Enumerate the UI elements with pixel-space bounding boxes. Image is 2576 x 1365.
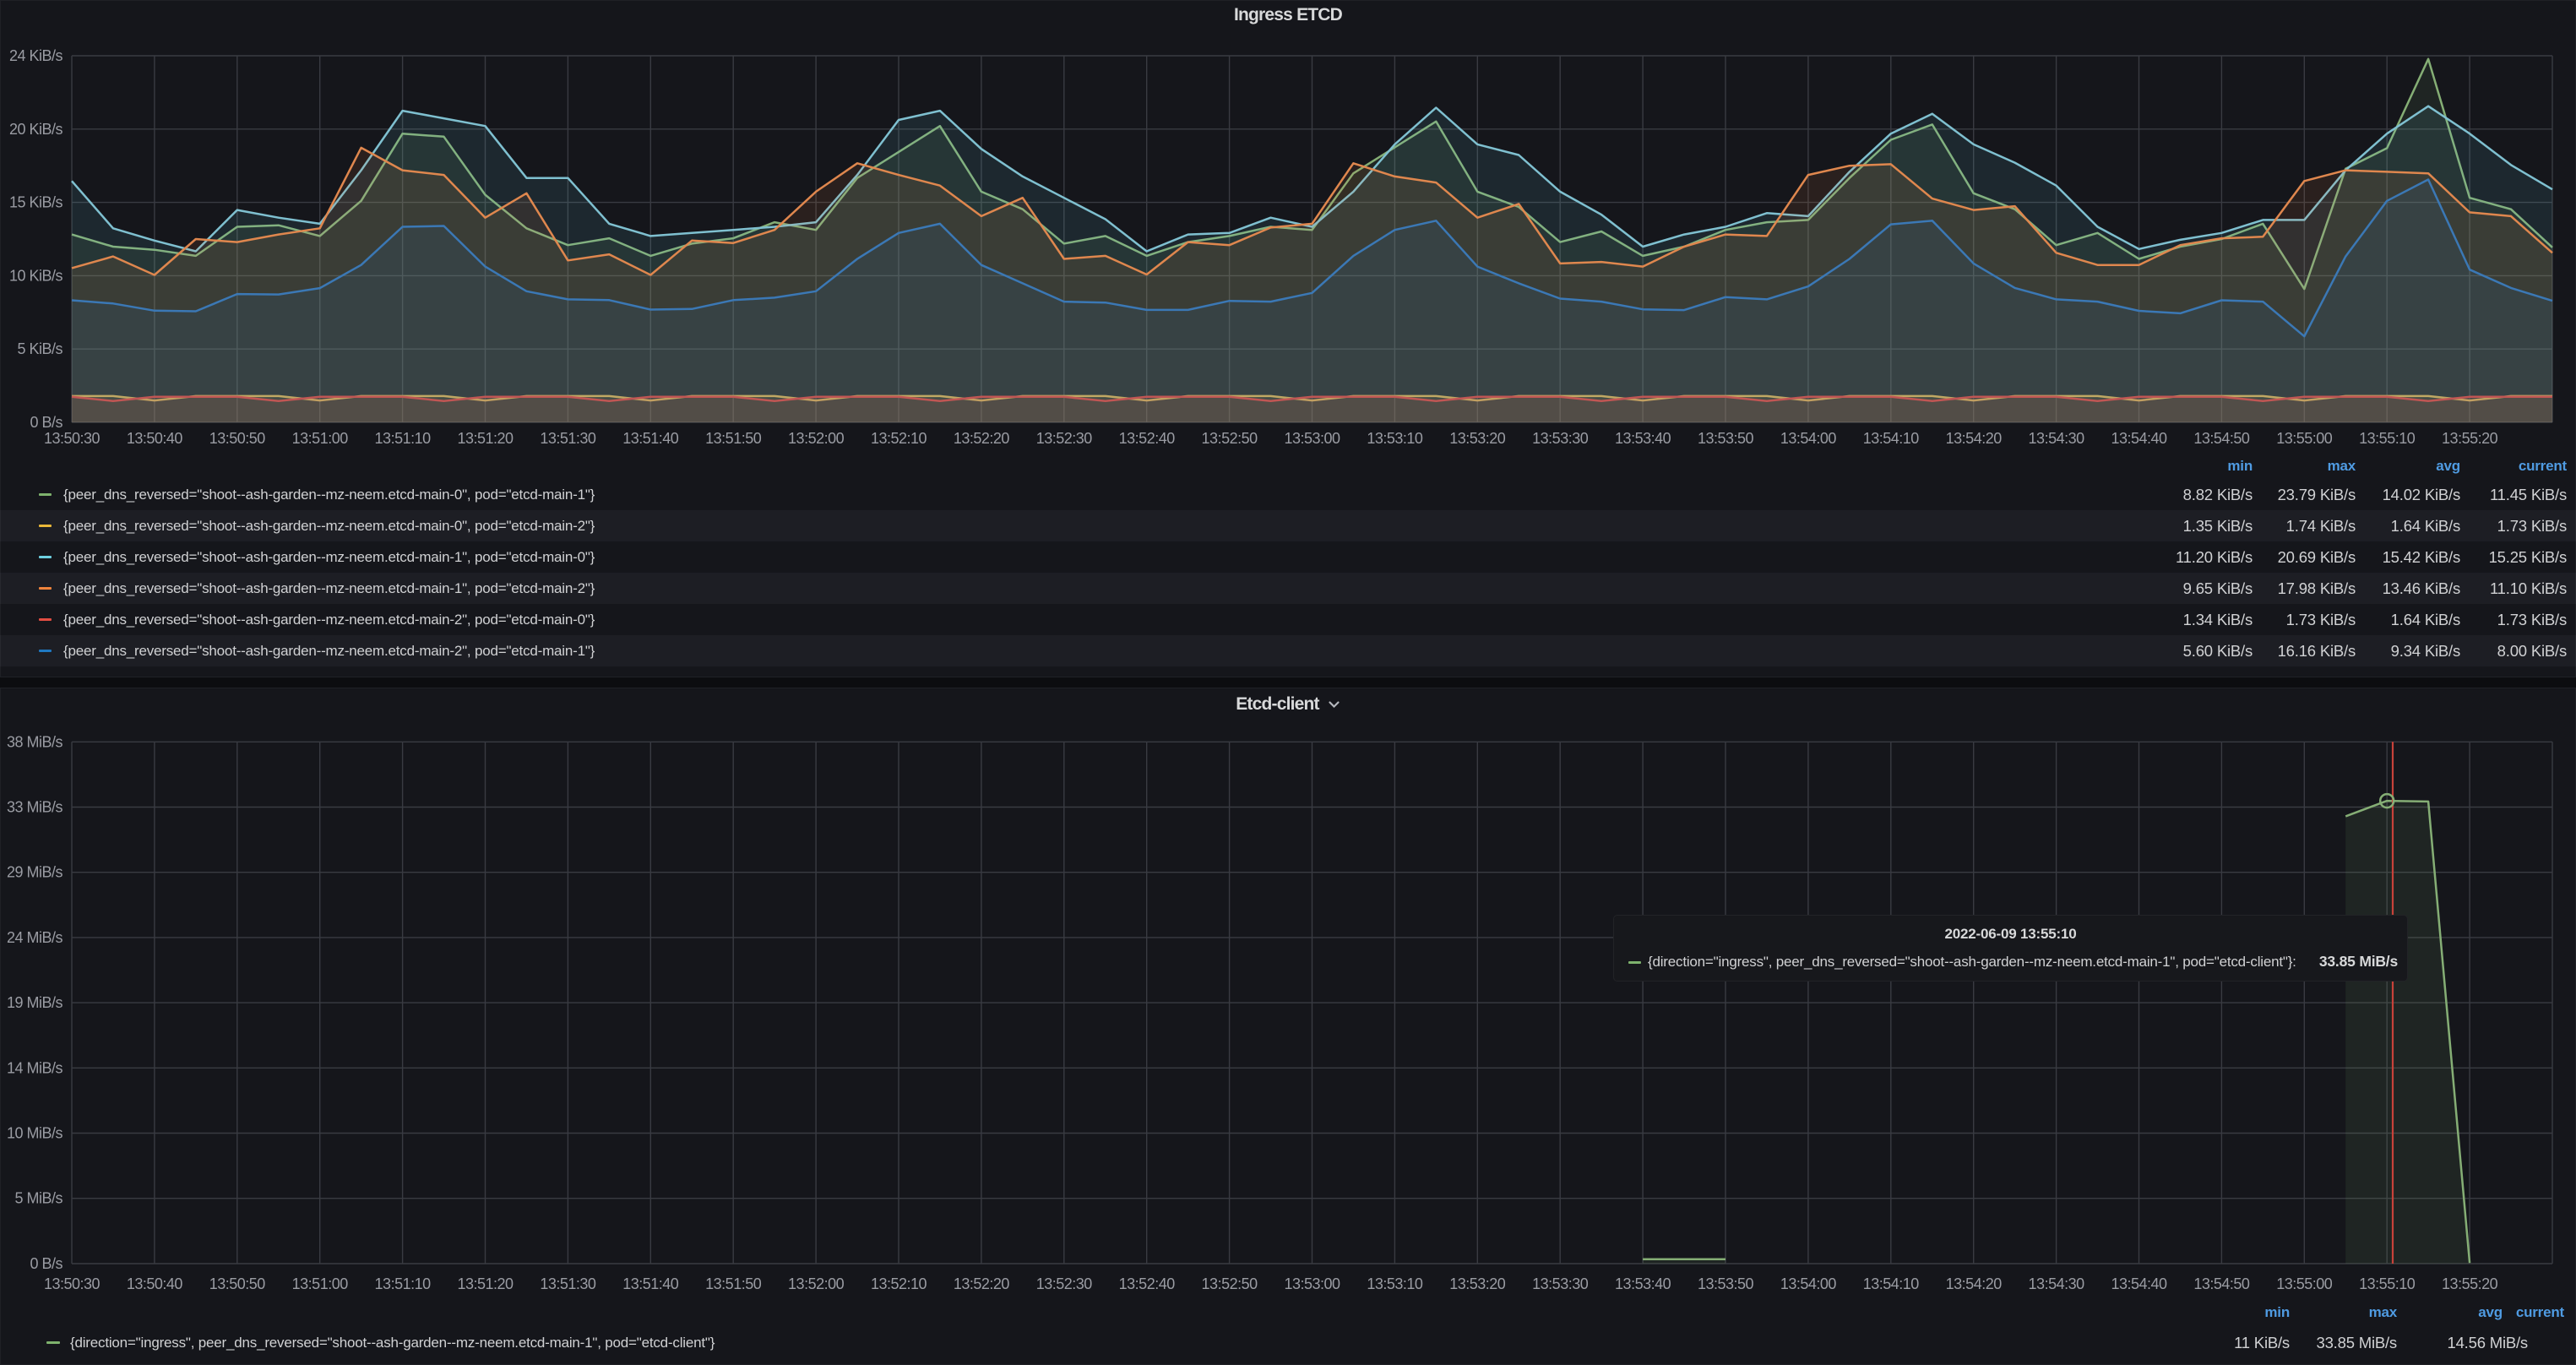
svg-text:13:55:10: 13:55:10	[2359, 430, 2416, 447]
svg-text:10 MiB/s: 10 MiB/s	[7, 1125, 63, 1142]
svg-text:13:54:10: 13:54:10	[1863, 1275, 1920, 1292]
svg-text:13:52:10: 13:52:10	[871, 1275, 927, 1292]
svg-text:13:55:00: 13:55:00	[2276, 1275, 2333, 1292]
svg-text:19 MiB/s: 19 MiB/s	[7, 994, 63, 1011]
svg-text:15 KiB/s: 15 KiB/s	[9, 194, 63, 211]
svg-text:24 MiB/s: 24 MiB/s	[7, 929, 63, 946]
svg-text:13:55:20: 13:55:20	[2442, 430, 2498, 447]
svg-text:13:55:10: 13:55:10	[2359, 1275, 2416, 1292]
svg-text:14 MiB/s: 14 MiB/s	[7, 1059, 63, 1076]
svg-text:13:54:40: 13:54:40	[2111, 1275, 2167, 1292]
svg-text:13:53:00: 13:53:00	[1284, 1275, 1340, 1292]
svg-text:13:52:40: 13:52:40	[1119, 1275, 1176, 1292]
svg-text:13:52:50: 13:52:50	[1202, 1275, 1258, 1292]
svg-text:13:52:30: 13:52:30	[1036, 1275, 1093, 1292]
svg-text:13:54:50: 13:54:50	[2193, 430, 2250, 447]
svg-text:13:53:40: 13:53:40	[1615, 1275, 1671, 1292]
svg-text:13:52:10: 13:52:10	[871, 430, 927, 447]
svg-text:13:50:50: 13:50:50	[209, 430, 266, 447]
svg-text:24 KiB/s: 24 KiB/s	[9, 47, 63, 64]
svg-text:13:55:00: 13:55:00	[2276, 430, 2333, 447]
svg-text:13:53:10: 13:53:10	[1367, 1275, 1423, 1292]
svg-text:13:54:10: 13:54:10	[1863, 430, 1920, 447]
svg-text:13:54:20: 13:54:20	[1946, 430, 2003, 447]
svg-text:13:52:00: 13:52:00	[788, 1275, 845, 1292]
svg-text:13:53:50: 13:53:50	[1698, 1275, 1754, 1292]
svg-text:13:54:30: 13:54:30	[2029, 1275, 2085, 1292]
svg-text:13:52:20: 13:52:20	[954, 430, 1010, 447]
svg-text:13:51:50: 13:51:50	[705, 430, 762, 447]
svg-text:13:51:10: 13:51:10	[375, 430, 432, 447]
svg-text:5 KiB/s: 5 KiB/s	[17, 340, 62, 357]
svg-text:20 KiB/s: 20 KiB/s	[9, 121, 63, 138]
svg-text:13:51:20: 13:51:20	[457, 430, 514, 447]
svg-text:13:53:10: 13:53:10	[1367, 430, 1423, 447]
svg-text:13:51:20: 13:51:20	[457, 1275, 514, 1292]
svg-text:13:52:50: 13:52:50	[1202, 430, 1258, 447]
svg-text:13:50:30: 13:50:30	[44, 1275, 101, 1292]
svg-text:13:51:40: 13:51:40	[622, 430, 679, 447]
svg-text:13:50:40: 13:50:40	[127, 430, 183, 447]
svg-text:13:51:50: 13:51:50	[705, 1275, 762, 1292]
svg-text:13:51:30: 13:51:30	[540, 430, 596, 447]
svg-text:13:53:30: 13:53:30	[1532, 430, 1589, 447]
svg-text:13:51:40: 13:51:40	[622, 1275, 679, 1292]
svg-text:10 KiB/s: 10 KiB/s	[9, 267, 63, 284]
svg-text:13:52:20: 13:52:20	[954, 1275, 1010, 1292]
svg-text:13:53:20: 13:53:20	[1449, 430, 1506, 447]
svg-text:13:51:00: 13:51:00	[292, 430, 349, 447]
svg-text:29 MiB/s: 29 MiB/s	[7, 864, 63, 881]
svg-text:13:52:40: 13:52:40	[1119, 430, 1176, 447]
svg-text:13:50:30: 13:50:30	[44, 430, 101, 447]
svg-text:13:54:30: 13:54:30	[2029, 430, 2085, 447]
svg-text:13:51:30: 13:51:30	[540, 1275, 596, 1292]
svg-text:13:54:50: 13:54:50	[2193, 1275, 2250, 1292]
svg-text:13:54:20: 13:54:20	[1946, 1275, 2003, 1292]
svg-text:0 B/s: 0 B/s	[30, 1255, 62, 1272]
svg-text:13:54:00: 13:54:00	[1780, 430, 1837, 447]
svg-text:13:53:00: 13:53:00	[1284, 430, 1340, 447]
svg-text:13:53:40: 13:53:40	[1615, 430, 1671, 447]
svg-text:13:51:10: 13:51:10	[375, 1275, 432, 1292]
svg-text:13:55:20: 13:55:20	[2442, 1275, 2498, 1292]
svg-text:13:53:50: 13:53:50	[1698, 430, 1754, 447]
svg-text:38 MiB/s: 38 MiB/s	[7, 733, 63, 750]
svg-text:33 MiB/s: 33 MiB/s	[7, 799, 63, 816]
svg-text:13:54:40: 13:54:40	[2111, 430, 2167, 447]
svg-text:13:51:00: 13:51:00	[292, 1275, 349, 1292]
svg-text:13:50:40: 13:50:40	[127, 1275, 183, 1292]
svg-text:13:53:20: 13:53:20	[1449, 1275, 1506, 1292]
svg-text:0 B/s: 0 B/s	[30, 414, 62, 431]
svg-text:13:52:30: 13:52:30	[1036, 430, 1093, 447]
svg-text:13:52:00: 13:52:00	[788, 430, 845, 447]
svg-text:13:54:00: 13:54:00	[1780, 1275, 1837, 1292]
svg-text:5 MiB/s: 5 MiB/s	[14, 1190, 62, 1207]
svg-text:13:50:50: 13:50:50	[209, 1275, 266, 1292]
svg-text:13:53:30: 13:53:30	[1532, 1275, 1589, 1292]
